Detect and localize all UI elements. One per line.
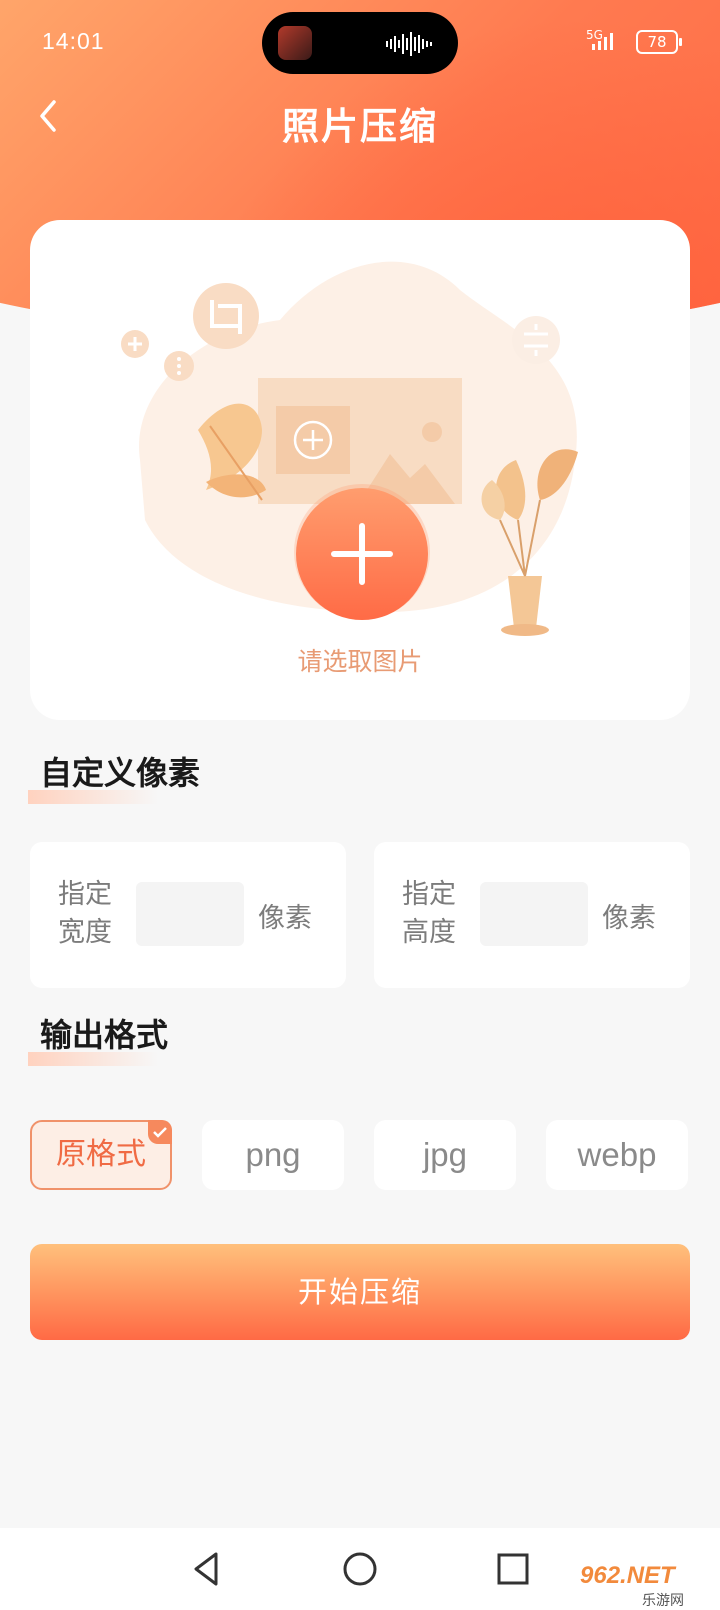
format-option-png[interactable]: png: [202, 1120, 344, 1190]
select-image-label[interactable]: 请选取图片: [30, 642, 690, 678]
page-title: 照片压缩: [282, 105, 438, 148]
media-app-icon: [278, 26, 312, 60]
width-field-box: 指定宽度 像素: [30, 842, 346, 988]
format-option-label: webp: [577, 1136, 657, 1173]
output-format-title: 输出格式: [28, 1010, 169, 1066]
format-option-label: jpg: [422, 1136, 468, 1173]
status-bar: 14:01 5G 78: [0, 0, 720, 80]
height-unit: 像素: [602, 903, 656, 934]
output-format-title-text: 输出格式: [40, 1016, 169, 1054]
watermark-text: 962.NET: [580, 1562, 675, 1589]
watermark: 962.NET 乐游网: [580, 1560, 720, 1610]
width-input[interactable]: [136, 882, 244, 946]
width-unit: 像素: [258, 903, 312, 934]
height-label: 指定高度: [402, 879, 456, 948]
custom-pixels-title-text: 自定义像素: [40, 754, 201, 792]
crop-icon-circle: [193, 283, 259, 349]
selected-check-icon: [148, 1120, 172, 1144]
battery-level: 78: [647, 33, 667, 51]
signal-icon: [592, 33, 613, 50]
height-field-box: 指定高度 像素: [374, 842, 690, 988]
image-picker-card[interactable]: 请选取图片: [30, 220, 690, 720]
nav-back-icon[interactable]: [182, 1544, 232, 1594]
custom-pixels-title: 自定义像素: [28, 748, 201, 804]
nav-recents-icon[interactable]: [488, 1544, 538, 1594]
width-label: 指定宽度: [58, 879, 112, 948]
title-underline: [28, 790, 158, 804]
start-compress-button[interactable]: 开始压缩: [30, 1244, 690, 1340]
audio-wave-icon: [386, 32, 432, 56]
format-option-original[interactable]: 原格式: [30, 1120, 172, 1190]
watermark-subtext: 乐游网: [642, 1593, 684, 1609]
height-input[interactable]: [480, 882, 588, 946]
format-option-label: 原格式: [56, 1137, 146, 1172]
format-option-webp[interactable]: webp: [546, 1120, 688, 1190]
battery-indicator: 78: [636, 30, 682, 54]
picker-illustration: [121, 261, 578, 636]
status-time: 14:01: [42, 28, 105, 54]
format-option-label: png: [245, 1136, 301, 1173]
nav-home-icon[interactable]: [335, 1544, 385, 1594]
dynamic-island: [262, 12, 458, 74]
title-underline: [28, 1052, 158, 1066]
format-option-jpg[interactable]: jpg: [374, 1120, 516, 1190]
